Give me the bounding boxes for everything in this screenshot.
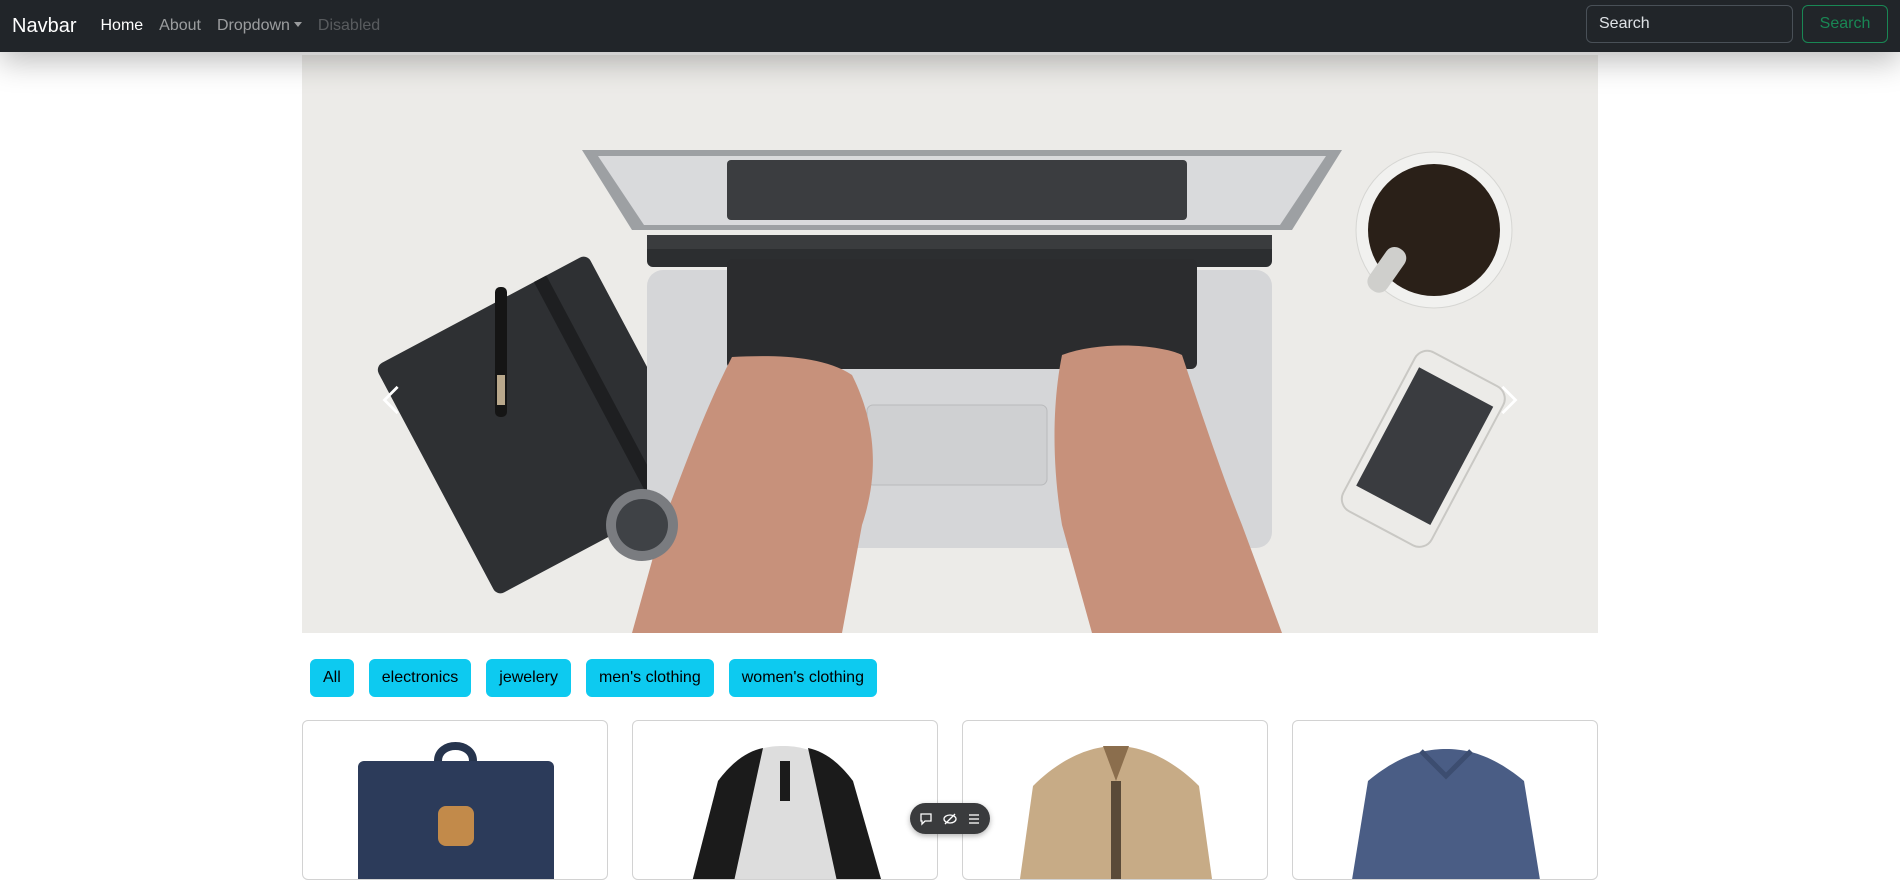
- nav-dropdown-label: Dropdown: [216, 17, 290, 34]
- search-form: Search: [1586, 5, 1888, 43]
- comment-icon[interactable]: [918, 811, 934, 827]
- hero-image: [302, 55, 1598, 633]
- product-card[interactable]: [632, 720, 938, 880]
- chevron-left-icon[interactable]: [377, 385, 407, 415]
- filter-mens-clothing-button[interactable]: men's clothing: [585, 659, 714, 697]
- nav-disabled: Disabled: [317, 17, 381, 34]
- floating-toolbar: [910, 803, 990, 834]
- navbar: Navbar Home About Dropdown Disabled Sear…: [0, 0, 1900, 52]
- filter-womens-clothing-button[interactable]: women's clothing: [728, 659, 877, 697]
- product-image-slim-fit-tshirt: [1352, 749, 1540, 879]
- product-card[interactable]: [302, 720, 608, 880]
- search-input[interactable]: [1586, 5, 1793, 43]
- filter-jewelery-button[interactable]: jewelery: [486, 659, 571, 697]
- search-button[interactable]: Search: [1802, 5, 1888, 43]
- nav-home[interactable]: Home: [100, 17, 143, 35]
- product-image-jacket: [1019, 746, 1213, 879]
- product-card[interactable]: [1292, 720, 1598, 880]
- nav-about[interactable]: About: [159, 17, 201, 35]
- list-icon[interactable]: [966, 811, 982, 827]
- hero-carousel: [302, 55, 1598, 633]
- product-image-backpack: [358, 742, 554, 879]
- eye-slash-icon[interactable]: [942, 811, 958, 827]
- caret-down-icon: [293, 22, 302, 27]
- chevron-right-icon[interactable]: [1493, 385, 1523, 415]
- product-image-raglan-tshirt: [692, 746, 881, 879]
- filter-all-button[interactable]: All: [310, 659, 354, 697]
- navbar-brand[interactable]: Navbar: [12, 15, 76, 38]
- filter-electronics-button[interactable]: electronics: [368, 659, 472, 697]
- nav-dropdown[interactable]: Dropdown: [217, 17, 302, 35]
- product-card[interactable]: [962, 720, 1268, 880]
- category-filters: All electronics jewelery men's clothing …: [310, 659, 877, 697]
- product-grid: [302, 720, 1598, 880]
